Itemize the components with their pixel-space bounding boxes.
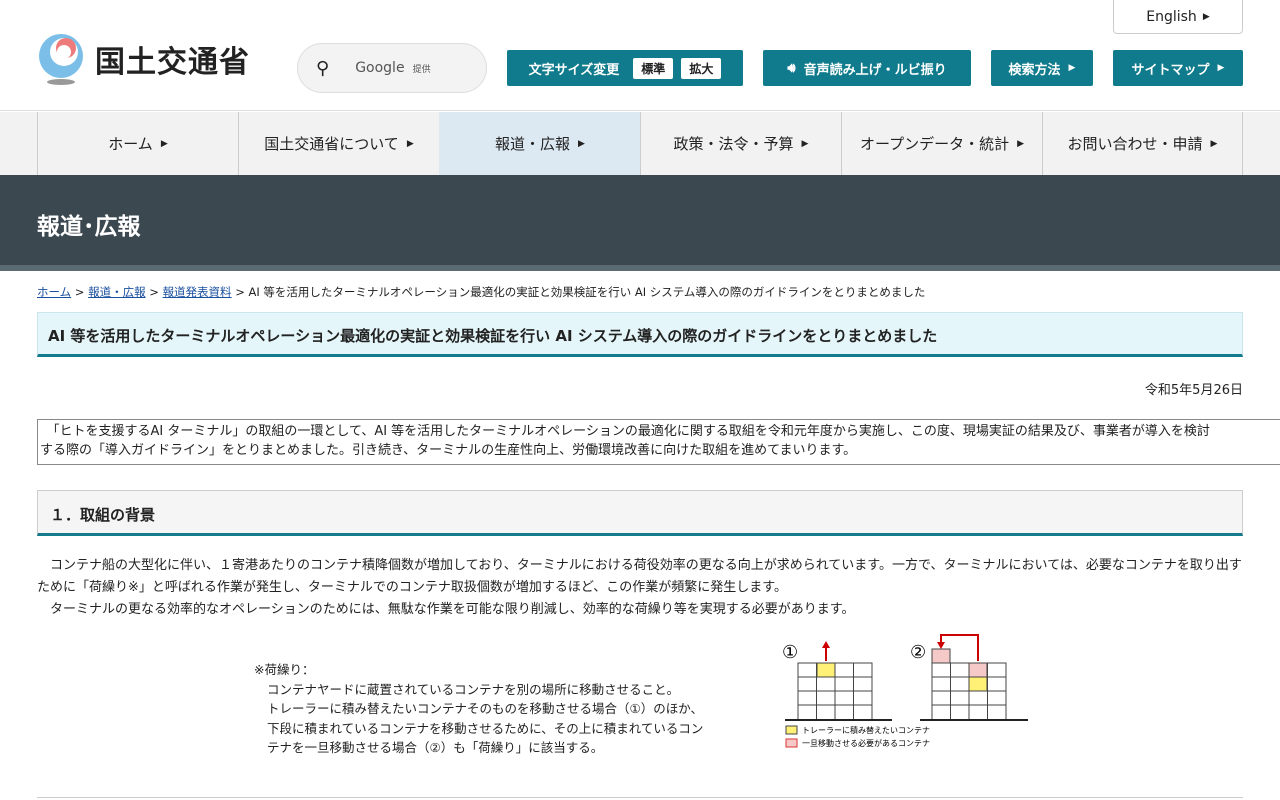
font-large-button[interactable]: 拡大 xyxy=(681,57,722,79)
breadcrumb-releases[interactable]: 報道発表資料 xyxy=(163,285,232,299)
site-header: 国土交通省 English ▶ ⚲ Google 提供 文字サイズ変更 標準 拡大… xyxy=(0,0,1280,111)
search-box[interactable]: ⚲ Google 提供 xyxy=(297,43,487,93)
note-line: テナを一旦移動させる場合（②）も「荷繰り」に該当する。 xyxy=(267,740,604,755)
font-size-control: 文字サイズ変更 標準 拡大 xyxy=(507,50,743,86)
triangle-right-icon: ▶ xyxy=(406,138,414,149)
site-logo[interactable]: 国土交通省 xyxy=(37,32,250,86)
paragraph: ターミナルの更なる効率的なオペレーションのためには、無駄な作業を可能な限り削減し… xyxy=(37,602,855,617)
search-method-button[interactable]: 検索方法 ▶ xyxy=(991,50,1093,86)
nav-home[interactable]: ホーム ▶ xyxy=(37,112,238,175)
search-icon: ⚲ xyxy=(316,57,330,79)
nav-label: ホーム xyxy=(108,135,153,153)
nav-about[interactable]: 国土交通省について ▶ xyxy=(238,112,439,175)
search-provider: Google xyxy=(355,60,405,76)
section-body: コンテナ船の大型化に伴い、１寄港あたりのコンテナ積降個数が増加しており、ターミナ… xyxy=(37,555,1247,621)
triangle-right-icon: ▶ xyxy=(801,138,809,149)
arrowhead xyxy=(937,642,945,649)
banner-title: 報道･広報 xyxy=(37,214,141,240)
nav-label: オープンデータ・統計 xyxy=(859,135,1010,153)
triangle-right-icon: ▶ xyxy=(1068,63,1076,73)
triangle-right-icon: ▶ xyxy=(1202,11,1210,22)
nav-opendata[interactable]: オープンデータ・統計 ▶ xyxy=(841,112,1042,175)
search-provided: 提供 xyxy=(412,64,431,75)
breadcrumb-home[interactable]: ホーム xyxy=(37,285,71,299)
figure-note: ※荷繰り： コンテナヤードに蔵置されているコンテナを別の場所に移動させること。 … xyxy=(254,660,703,758)
nav-press[interactable]: 報道・広報 ▶ xyxy=(439,112,640,175)
english-label: English xyxy=(1146,8,1197,25)
nav-label: お問い合わせ・申請 xyxy=(1067,135,1203,153)
note-line: コンテナヤードに蔵置されているコンテナを別の場所に移動させること。 xyxy=(267,681,680,697)
nav-contact[interactable]: お問い合わせ・申請 ▶ xyxy=(1042,112,1243,175)
triangle-right-icon: ▶ xyxy=(578,138,585,149)
breadcrumb-press[interactable]: 報道・広報 xyxy=(88,285,146,299)
legend-yellow: トレーラーに積み替えたいコンテナ xyxy=(802,725,930,735)
mlit-logo-icon xyxy=(39,34,83,85)
font-size-label: 文字サイズ変更 xyxy=(528,62,620,78)
diagram-label-1: ① xyxy=(782,642,798,663)
divider xyxy=(37,797,1243,798)
section-heading: １．取組の背景 xyxy=(37,490,1243,536)
arrowhead xyxy=(822,641,830,648)
diagram-label-2: ② xyxy=(910,642,926,663)
intro-line: する際の「導入ガイドライン」をとりまとめました。引き続き、ターミナルの生産性向上… xyxy=(40,443,857,458)
sitemap-label: サイトマップ xyxy=(1131,62,1210,78)
nav-policy[interactable]: 政策・法令・予算 ▶ xyxy=(640,112,841,175)
logo-text: 国土交通省 xyxy=(95,45,250,80)
relocate-container xyxy=(968,662,988,678)
english-link[interactable]: English ▶ xyxy=(1113,0,1243,34)
font-standard-button[interactable]: 標準 xyxy=(633,57,674,79)
nav-label: 政策・法令・予算 xyxy=(673,135,794,153)
note-line: トレーラーに積み替えたいコンテナそのものを移動させる場合（①）のほか、 xyxy=(267,701,703,716)
note-title: ※荷繰り： xyxy=(254,662,315,677)
legend-red-swatch xyxy=(785,738,798,748)
legend-red: 一旦移動させる必要があるコンテナ xyxy=(802,738,930,748)
nav-label: 報道・広報 xyxy=(495,135,571,153)
voice-label: 音声読み上げ・ルビ振り xyxy=(803,62,947,78)
triangle-right-icon: ▶ xyxy=(160,138,168,149)
global-nav: ホーム ▶ 国土交通省について ▶ 報道・広報 ▶ 政策・法令・予算 ▶ オープンデータ… xyxy=(0,112,1280,175)
container-diagram: ① ② トレーラーに積み替えたいコンテナ 一旦移動させる必要があるコンテナ xyxy=(782,634,1028,748)
target-container xyxy=(968,676,988,692)
paragraph: コンテナ船の大型化に伴い、１寄港あたりのコンテナ積降個数が増加しており、ターミナ… xyxy=(37,558,1242,595)
page-banner: 報道･広報 xyxy=(0,175,1280,271)
intro-box: 「ヒトを支援するAI ターミナル」の取組の一環として、AI 等を活用したターミナ… xyxy=(37,419,1280,465)
note-line: 下段に積まれているコンテナを移動させるために、その上に積まれているコン xyxy=(267,720,704,736)
legend-yellow-swatch xyxy=(785,725,798,735)
speaker-icon: 🔊︎ xyxy=(787,60,796,76)
triangle-right-icon: ▶ xyxy=(1217,63,1225,73)
breadcrumb: ホーム > 報道・広報 > 報道発表資料 > AI 等を活用したターミナルオペレ… xyxy=(37,285,926,299)
triangle-right-icon: ▶ xyxy=(1017,138,1025,149)
page-title: AI 等を活用したターミナルオペレーション最適化の実証と効果検証を行い AI シ… xyxy=(37,312,1243,357)
nav-label: 国土交通省について xyxy=(264,135,399,153)
breadcrumb-current: AI 等を活用したターミナルオペレーション最適化の実証と効果検証を行い AI シ… xyxy=(248,285,926,299)
intro-line: 「ヒトを支援するAI ターミナル」の取組の一環として、AI 等を活用したターミナ… xyxy=(40,424,1210,439)
relocated-container xyxy=(931,648,951,664)
sitemap-button[interactable]: サイトマップ ▶ xyxy=(1113,50,1243,86)
voice-ruby-button[interactable]: 🔊︎ 音声読み上げ・ルビ振り xyxy=(763,50,971,86)
triangle-right-icon: ▶ xyxy=(1210,138,1218,149)
search-method-label: 検索方法 xyxy=(1008,62,1061,78)
publish-date: 令和5年5月26日 xyxy=(1144,383,1243,398)
target-container xyxy=(816,662,836,678)
